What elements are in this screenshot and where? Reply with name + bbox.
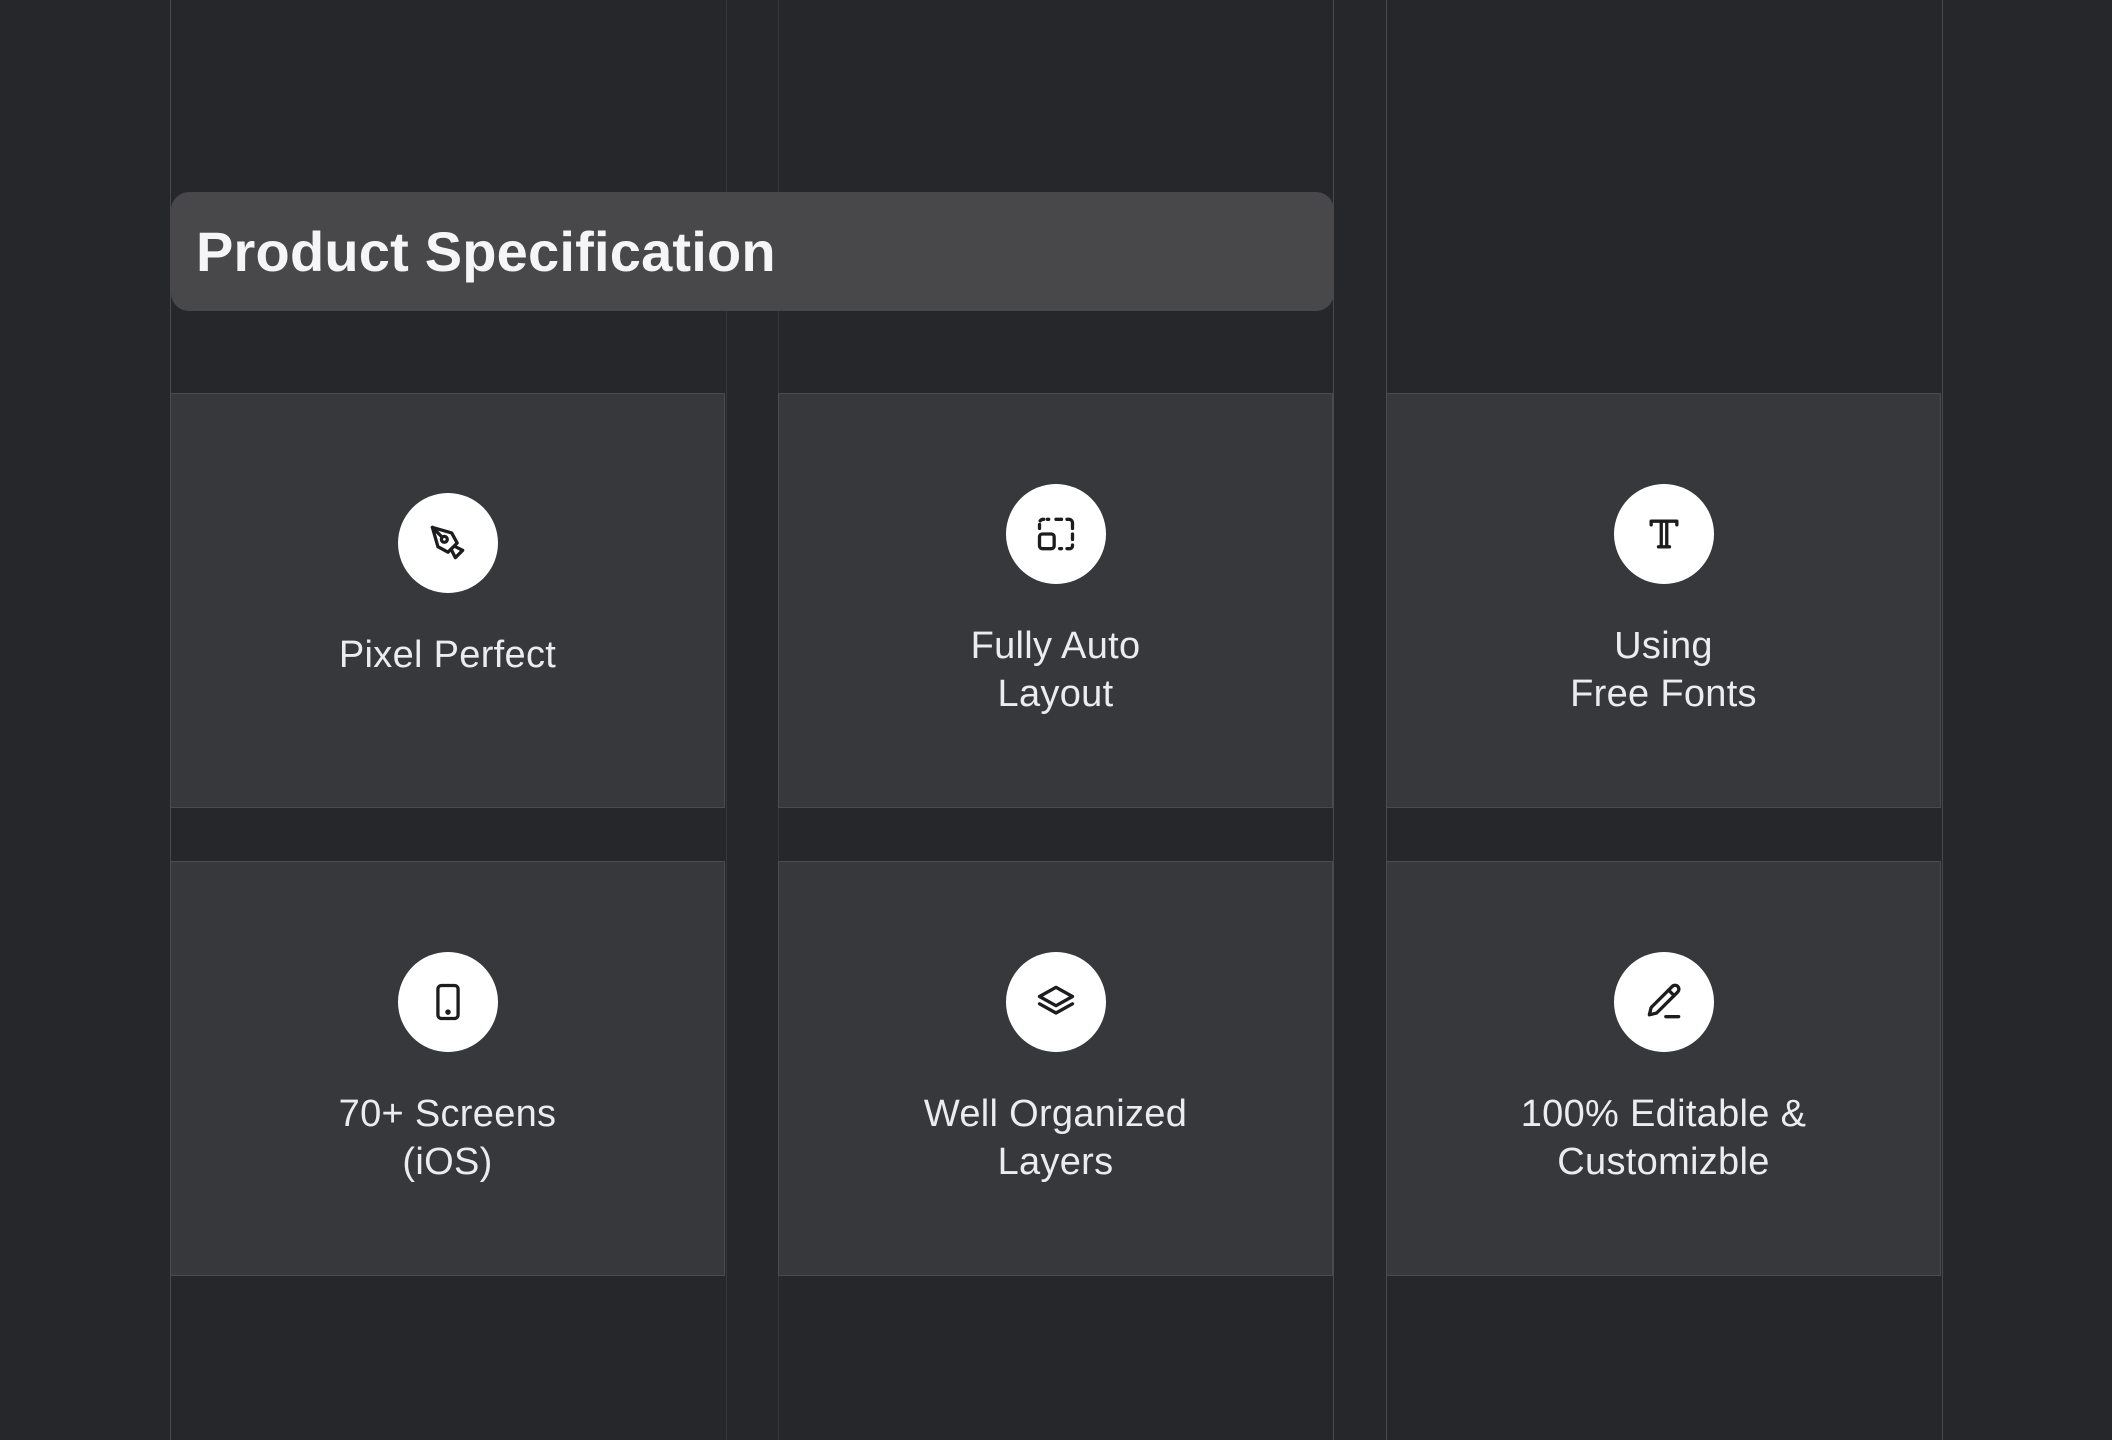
spec-canvas: Product Specification Pixel Perfect Full… xyxy=(0,0,2112,1440)
feature-label: Well Organized Layers xyxy=(923,1092,1188,1183)
feature-label: 100% Editable & Customizble xyxy=(1520,1092,1807,1183)
layers-icon xyxy=(1005,951,1106,1052)
feature-card-editable: 100% Editable & Customizble xyxy=(1386,861,1941,1276)
auto-layout-icon xyxy=(1005,483,1106,584)
mobile-device-icon xyxy=(397,951,498,1052)
feature-label: 70+ Screens (iOS) xyxy=(338,1092,557,1183)
section-title: Product Specification xyxy=(196,220,776,283)
feature-label: Using Free Fonts xyxy=(1570,624,1757,715)
typography-icon xyxy=(1613,483,1714,584)
feature-card-layers: Well Organized Layers xyxy=(778,861,1333,1276)
feature-card-auto-layout: Fully Auto Layout xyxy=(778,393,1333,808)
feature-card-screens: 70+ Screens (iOS) xyxy=(170,861,725,1276)
feature-label: Fully Auto Layout xyxy=(970,624,1141,715)
section-header: Product Specification xyxy=(171,192,1334,311)
feature-card-pixel-perfect: Pixel Perfect xyxy=(170,393,725,808)
feature-label: Pixel Perfect xyxy=(338,633,557,676)
edit-pencil-icon xyxy=(1613,951,1714,1052)
column-guide-line xyxy=(1942,0,1943,1440)
feature-card-free-fonts: Using Free Fonts xyxy=(1386,393,1941,808)
pen-tool-icon xyxy=(397,492,498,593)
